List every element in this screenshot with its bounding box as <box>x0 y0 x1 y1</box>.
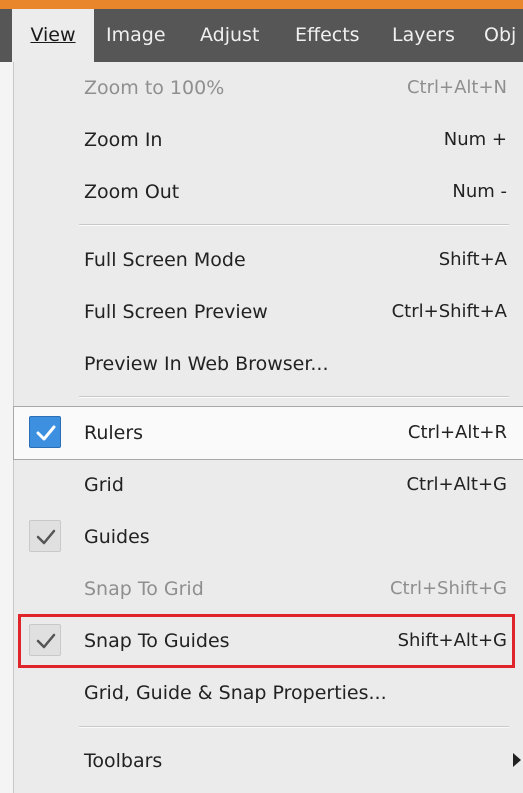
menu-image[interactable]: Image <box>106 9 166 62</box>
menu-view[interactable]: View <box>12 9 94 62</box>
menu-item-preview-web-browser[interactable]: Preview In Web Browser... <box>14 338 523 390</box>
menu-adjust-label: Adjust <box>200 24 260 46</box>
menu-item-full-screen-mode[interactable]: Full Screen Mode Shift+A <box>14 234 523 286</box>
checkmark-icon <box>29 520 61 552</box>
menu-item-shortcut: Ctrl+Shift+A <box>391 301 507 322</box>
menu-item-shortcut: Ctrl+Shift+G <box>389 578 507 599</box>
menu-effects-label: Effects <box>295 24 360 46</box>
menu-item-zoom-in[interactable]: Zoom In Num + <box>14 114 523 166</box>
menu-item-guides[interactable]: Guides <box>14 511 523 563</box>
menu-separator <box>79 396 509 398</box>
menu-item-toolbars[interactable]: Toolbars <box>14 735 523 787</box>
menu-item-shortcut: Ctrl+Alt+N <box>406 77 507 98</box>
menu-item-zoom-100[interactable]: Zoom to 100% Ctrl+Alt+N <box>14 62 523 114</box>
menu-image-label: Image <box>106 24 166 46</box>
menu-item-shortcut: Ctrl+Alt+R <box>407 422 507 443</box>
menu-item-label: Toolbars <box>84 750 163 772</box>
menu-item-zoom-out[interactable]: Zoom Out Num - <box>14 166 523 218</box>
menu-item-label: Rulers <box>84 422 144 444</box>
menu-effects[interactable]: Effects <box>295 9 360 62</box>
background-panel-edge <box>0 62 14 793</box>
menu-item-label: Full Screen Preview <box>84 301 268 323</box>
menu-item-label: Grid, Guide & Snap Properties... <box>84 682 387 704</box>
menu-item-label: Zoom Out <box>84 181 180 203</box>
menu-item-label: Guides <box>84 526 150 548</box>
checkmark-icon <box>29 416 61 448</box>
submenu-arrow-icon <box>513 753 521 767</box>
menu-item-shortcut: Num - <box>452 181 507 202</box>
menu-item-grid[interactable]: Grid Ctrl+Alt+G <box>14 459 523 511</box>
title-bar-accent <box>0 0 523 9</box>
menu-object-label: Obj <box>484 24 517 46</box>
menu-item-label: Preview In Web Browser... <box>84 353 329 375</box>
menu-item-rulers[interactable]: Rulers Ctrl+Alt+R <box>13 406 523 460</box>
menu-item-grid-guide-snap-properties[interactable]: Grid, Guide & Snap Properties... <box>14 667 523 719</box>
menu-item-label: Full Screen Mode <box>84 249 246 271</box>
menu-item-shortcut: Shift+A <box>438 249 507 270</box>
menu-item-label: Snap To Grid <box>84 578 204 600</box>
menu-separator <box>79 224 509 226</box>
menu-item-full-screen-preview[interactable]: Full Screen Preview Ctrl+Shift+A <box>14 286 523 338</box>
menu-bar: View Image Adjust Effects Layers Obj <box>0 9 523 62</box>
menu-item-snap-to-grid[interactable]: Snap To Grid Ctrl+Shift+G <box>14 563 523 615</box>
menu-layers[interactable]: Layers <box>392 9 455 62</box>
menu-layers-label: Layers <box>392 24 455 46</box>
menu-item-label: Grid <box>84 474 124 496</box>
menu-separator <box>79 726 509 728</box>
menu-view-label: View <box>30 24 76 46</box>
menu-item-label: Zoom In <box>84 129 163 151</box>
view-dropdown-menu: Zoom to 100% Ctrl+Alt+N Zoom In Num + Zo… <box>13 62 523 793</box>
menu-object[interactable]: Obj <box>484 9 516 62</box>
menu-item-shortcut: Ctrl+Alt+G <box>406 474 507 495</box>
highlight-annotation-box <box>18 614 515 668</box>
menu-adjust[interactable]: Adjust <box>200 9 259 62</box>
menu-item-shortcut: Num + <box>443 129 507 150</box>
menu-item-label: Zoom to 100% <box>84 77 225 99</box>
